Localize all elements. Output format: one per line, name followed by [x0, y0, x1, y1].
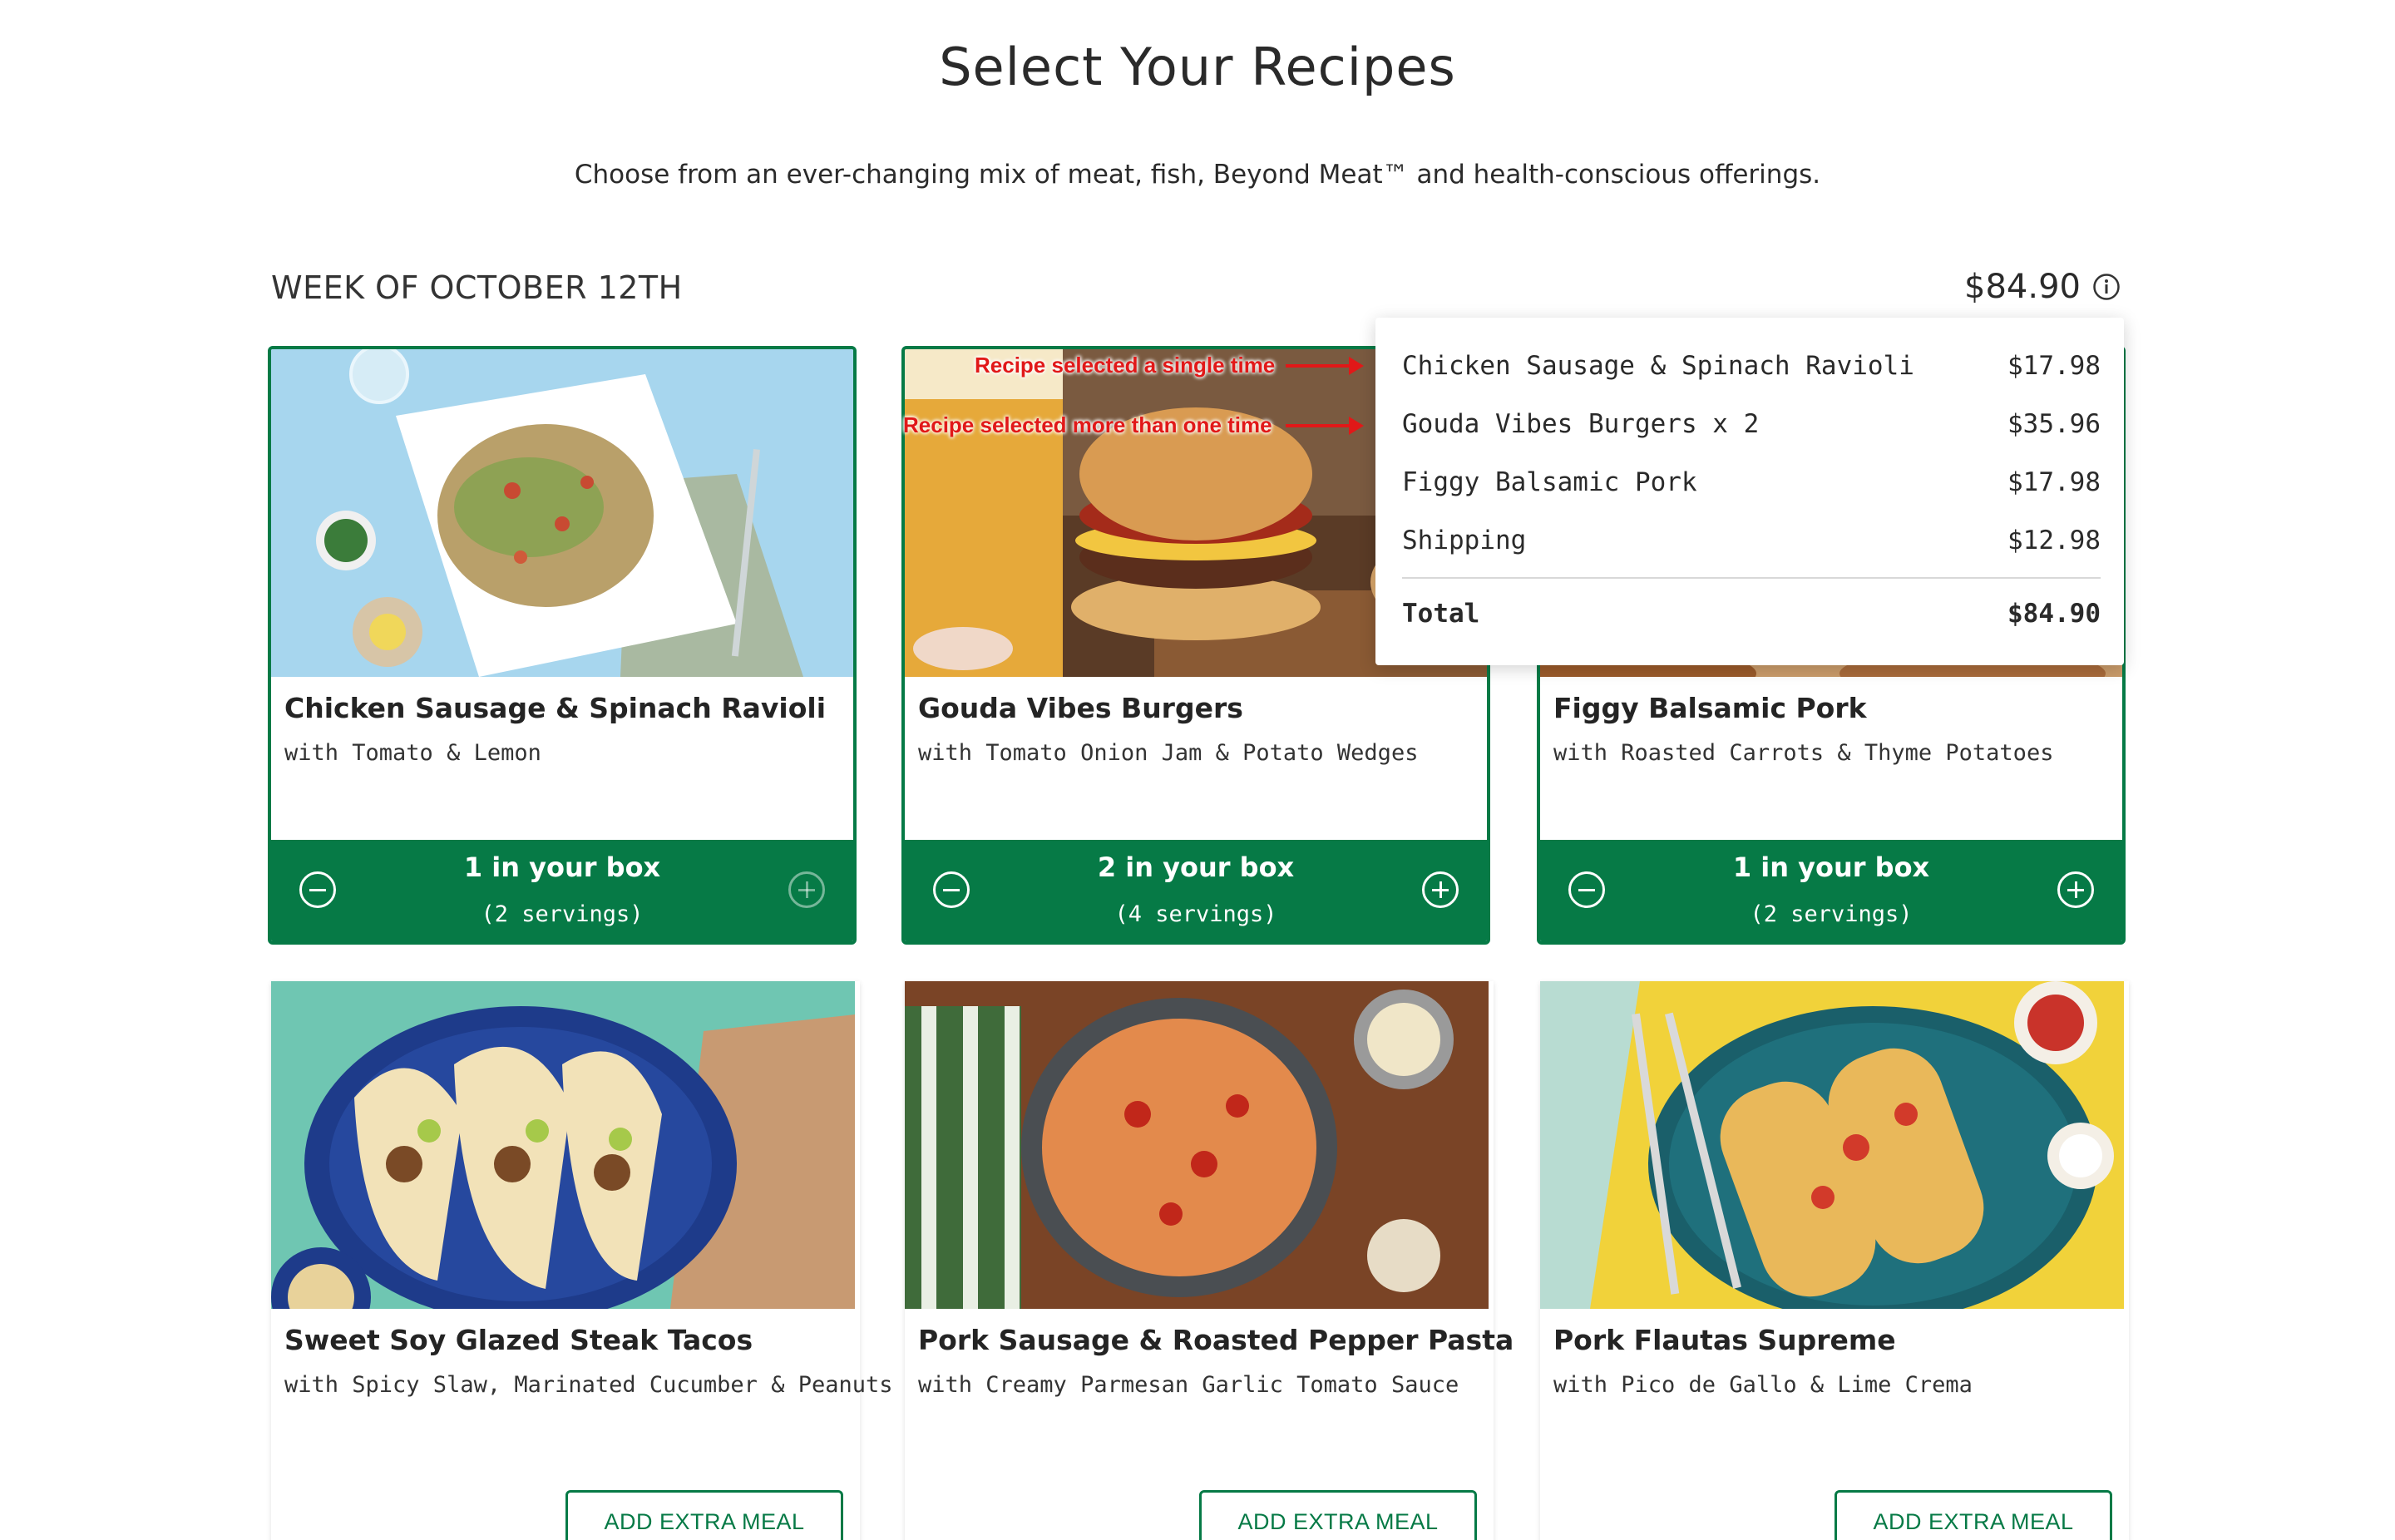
summary-total-value: $84.90: [2007, 599, 2101, 629]
recipe-name: Sweet Soy Glazed Steak Tacos: [284, 1324, 753, 1356]
recipe-description: with Roasted Carrots & Thyme Potatoes: [1553, 740, 2054, 766]
add-extra-meal-button[interactable]: ADD EXTRA MEAL: [1835, 1490, 2112, 1540]
recipe-image-tacos: [271, 981, 860, 1309]
summary-item-name: Gouda Vibes Burgers x 2: [1402, 409, 1760, 439]
increase-quantity-button[interactable]: [788, 871, 825, 908]
quantity-label: 1 in your box: [1732, 851, 1930, 883]
servings-label: (2 servings): [481, 901, 644, 927]
summary-item-price: $35.96: [2007, 409, 2101, 439]
summary-divider: [1402, 577, 2101, 579]
recipe-card[interactable]: Pork Flautas Supreme with Pico de Gallo …: [1540, 981, 2129, 1540]
total-price: $84.90: [1964, 268, 2081, 306]
page-title: Select Your Recipes: [939, 37, 1456, 97]
recipe-description: with Spicy Slaw, Marinated Cucumber & Pe…: [284, 1372, 893, 1398]
summary-line-item: Figgy Balsamic Pork $17.98: [1402, 467, 2101, 497]
summary-item-name: Figgy Balsamic Pork: [1402, 467, 1697, 497]
summary-total-label: Total: [1402, 599, 1480, 629]
recipe-image-flautas: [1540, 981, 2129, 1309]
page-subtitle: Choose from an ever-changing mix of meat…: [574, 160, 1821, 190]
recipe-image-ravioli: [271, 349, 853, 677]
servings-label: (2 servings): [1750, 901, 1913, 927]
summary-item-price: $17.98: [2007, 351, 2101, 381]
recipe-name: Chicken Sausage & Spinach Ravioli: [284, 692, 827, 724]
increase-quantity-button[interactable]: [2057, 871, 2094, 908]
quantity-label: 2 in your box: [1097, 851, 1295, 883]
recipe-name: Pork Flautas Supreme: [1553, 1324, 1896, 1356]
recipe-description: with Creamy Parmesan Garlic Tomato Sauce: [918, 1372, 1459, 1398]
summary-item-name: Shipping: [1402, 526, 1527, 555]
summary-item-price: $12.98: [2007, 526, 2101, 555]
recipe-card[interactable]: Sweet Soy Glazed Steak Tacos with Spicy …: [271, 981, 893, 1540]
recipe-card[interactable]: Pork Sausage & Roasted Pepper Pasta with…: [905, 981, 1514, 1540]
annotation-single-selection: Recipe selected a single time: [975, 353, 1276, 378]
summary-line-item: Shipping $12.98: [1402, 526, 2101, 555]
servings-label: (4 servings): [1114, 901, 1277, 927]
recipe-card[interactable]: Chicken Sausage & Spinach Ravioli with T…: [268, 346, 857, 945]
week-label: WEEK OF OCTOBER 12TH: [271, 269, 683, 306]
summary-line-item: Chicken Sausage & Spinach Ravioli $17.98: [1402, 351, 2101, 381]
recipe-description: with Tomato Onion Jam & Potato Wedges: [918, 740, 1419, 766]
price-summary-popover: Chicken Sausage & Spinach Ravioli $17.98…: [1375, 318, 2124, 665]
quantity-label: 1 in your box: [463, 851, 661, 883]
annotation-arrow: [1286, 357, 1364, 375]
recipe-name: Figgy Balsamic Pork: [1553, 692, 1867, 724]
recipe-name: Pork Sausage & Roasted Pepper Pasta: [918, 1324, 1514, 1356]
summary-item-name: Chicken Sausage & Spinach Ravioli: [1402, 351, 1914, 381]
recipe-image-pasta: [905, 981, 1494, 1309]
summary-line-item: Gouda Vibes Burgers x 2 $35.96: [1402, 409, 2101, 439]
info-icon[interactable]: [2092, 273, 2121, 301]
annotation-arrow: [1286, 417, 1364, 435]
summary-total-row: Total $84.90: [1402, 599, 2101, 629]
add-extra-meal-button[interactable]: ADD EXTRA MEAL: [565, 1490, 843, 1540]
recipe-description: with Pico de Gallo & Lime Crema: [1553, 1372, 1973, 1398]
increase-quantity-button[interactable]: [1422, 871, 1459, 908]
quantity-bar: 1 in your box (2 servings): [271, 840, 853, 941]
quantity-bar: 1 in your box (2 servings): [1540, 840, 2122, 941]
recipe-name: Gouda Vibes Burgers: [918, 692, 1243, 724]
quantity-bar: 2 in your box (4 servings): [905, 840, 1487, 941]
annotation-multiple-selection: Recipe selected more than one time: [903, 412, 1272, 437]
recipe-description: with Tomato & Lemon: [284, 740, 541, 766]
summary-item-price: $17.98: [2007, 467, 2101, 497]
add-extra-meal-button[interactable]: ADD EXTRA MEAL: [1199, 1490, 1477, 1540]
